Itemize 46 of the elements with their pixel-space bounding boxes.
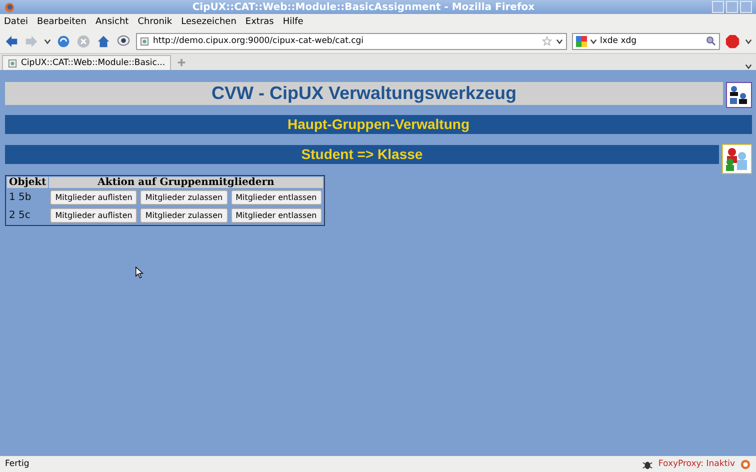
proxy-status[interactable]: FoxyProxy: Inaktiv — [658, 459, 735, 469]
status-text: Fertig — [5, 459, 30, 469]
table-cell-text: 1 5b — [8, 191, 32, 205]
menu-item[interactable]: Chronik — [138, 16, 172, 26]
dropdown-caret-icon[interactable] — [745, 38, 752, 44]
column-header: Objekt — [7, 177, 48, 188]
reload-icon[interactable] — [56, 34, 71, 48]
action-button[interactable]: Mitglieder zulassen — [140, 208, 228, 223]
stop-sign-icon[interactable] — [725, 34, 740, 48]
action-button[interactable]: Mitglieder auflisten — [50, 208, 138, 223]
mouse-pointer-icon — [135, 266, 144, 279]
home-icon[interactable] — [96, 34, 111, 48]
tab-list-caret-icon[interactable] — [745, 63, 752, 70]
search-field[interactable]: lxde xdg — [572, 32, 720, 50]
address-field[interactable]: http://demo.cipux.org:9000/cipux-cat-web/cat.cgi — [136, 32, 567, 50]
action-button[interactable]: Mitglieder auflisten — [50, 190, 138, 205]
menu-item[interactable]: Datei — [4, 16, 28, 26]
action-button[interactable]: Mitglieder zulassen — [140, 190, 228, 205]
dropdown-caret-icon[interactable] — [44, 38, 51, 44]
browser-tab[interactable]: CipUX::CAT::Web::Module::Basic... — [2, 55, 172, 70]
subsection-heading: Student => Klasse — [5, 145, 719, 164]
search-engine-icon[interactable] — [576, 36, 587, 46]
new-tab-icon[interactable] — [177, 58, 186, 67]
window-title: CipUX::CAT::Web::Module::BasicAssignment - Mozilla Firefox — [191, 2, 536, 12]
section-heading: Haupt-Gruppen-Verwaltung — [5, 115, 752, 134]
people-logo-icon — [726, 82, 752, 108]
menu-item[interactable]: Hilfe — [282, 16, 304, 26]
dropdown-caret-icon[interactable] — [590, 38, 597, 44]
search-icon[interactable] — [706, 36, 716, 46]
menu-item[interactable]: Bearbeiten — [37, 16, 86, 26]
fox-icon[interactable] — [740, 458, 751, 470]
dropdown-caret-icon[interactable] — [556, 38, 563, 44]
group-people-icon — [722, 144, 752, 174]
page-title: CVW - CipUX Verwaltungswerkzeug — [5, 82, 723, 105]
page-icon — [140, 36, 149, 46]
column-header: Aktion auf Gruppenmitgliedern — [49, 177, 323, 188]
menu-item[interactable]: Lesezeichen — [181, 16, 236, 26]
back-arrow-icon[interactable] — [4, 34, 19, 48]
menu-item[interactable]: Extras — [245, 16, 274, 26]
browser-logo-icon — [4, 2, 15, 12]
action-button[interactable]: Mitglieder entlassen — [230, 208, 322, 223]
page-icon — [8, 58, 17, 68]
action-button[interactable]: Mitglieder entlassen — [230, 190, 322, 205]
star-icon[interactable] — [542, 36, 552, 46]
table-cell-text: 2 5c — [8, 209, 32, 223]
menu-item[interactable]: Ansicht — [95, 16, 129, 26]
